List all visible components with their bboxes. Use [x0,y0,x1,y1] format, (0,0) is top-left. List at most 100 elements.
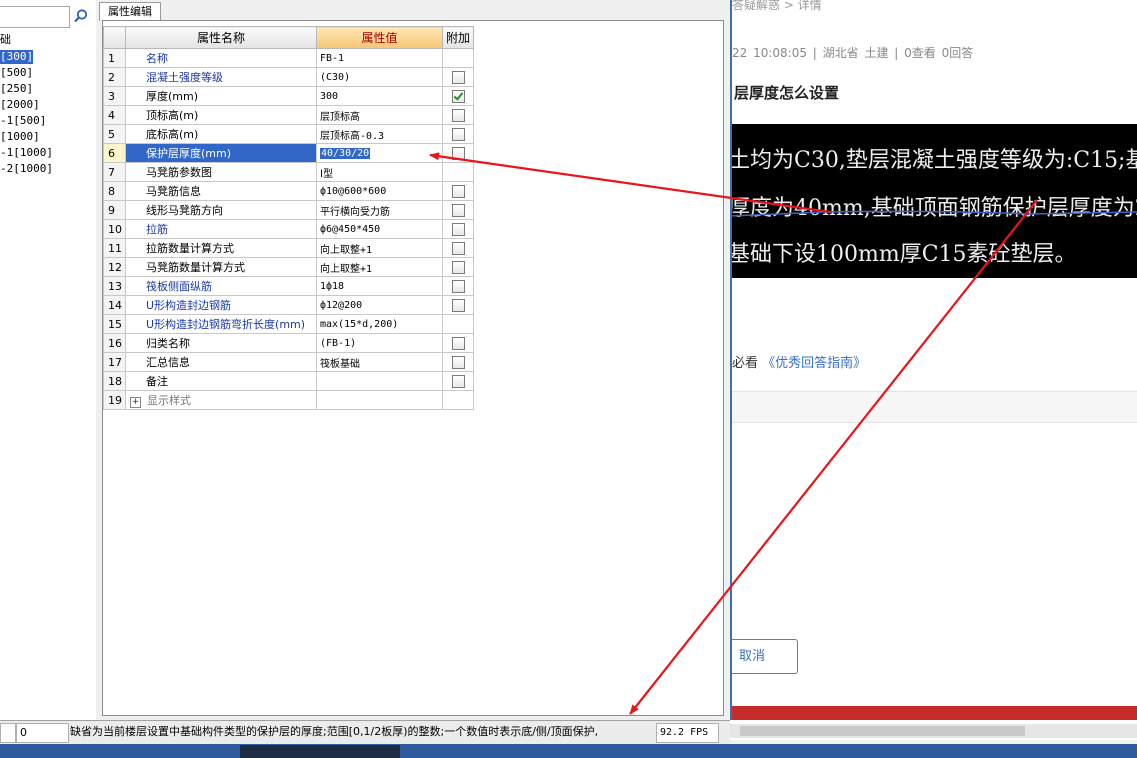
extra-checkbox[interactable] [451,146,465,160]
property-value[interactable]: max(15*d,200) [316,314,443,334]
tree-item[interactable]: [500] [0,66,33,80]
property-value[interactable] [316,390,443,410]
property-name[interactable]: 拉筋数量计算方式 [125,238,317,258]
guide-link[interactable]: 《优秀回答指南》 [762,356,866,371]
property-value-editor[interactable]: 40/30/20 [320,147,371,159]
property-name[interactable]: 筏板侧面纵筋 [125,276,317,296]
tree-item[interactable]: -1[500] [0,114,46,128]
header-extra[interactable]: 附加 [442,26,474,49]
property-name[interactable]: + 显示样式 [125,390,317,410]
property-row[interactable]: 17 汇总信息 筏板基础 [103,352,474,372]
extra-checkbox[interactable] [451,260,465,274]
extra-cell [442,390,474,410]
property-row[interactable]: 2 混凝土强度等级 (C30) [103,67,474,87]
property-value[interactable]: 40/30/20 [316,143,443,163]
property-row[interactable]: 10 拉筋 ф6@450*450 [103,219,474,239]
scrollbar-thumb[interactable] [740,726,1025,736]
tree-item[interactable]: [2000] [0,98,40,112]
property-row[interactable]: 9 线形马凳筋方向 平行横向受力筋 [103,200,474,220]
property-name[interactable]: U形构造封边钢筋弯折长度(mm) [125,314,317,334]
tree-item[interactable]: [250] [0,82,33,96]
property-row[interactable]: 4 顶标高(m) 层顶标高 [103,105,474,125]
property-name[interactable]: 顶标高(m) [125,105,317,125]
property-value[interactable]: ф10@600*600 [316,181,443,201]
property-row[interactable]: 12 马凳筋数量计算方式 向上取整+1 [103,257,474,277]
property-name[interactable]: 保护层厚度(mm) [125,143,317,163]
expand-icon[interactable]: + [130,397,141,408]
property-name[interactable]: 归类名称 [125,333,317,353]
tree-item[interactable]: 础 [0,33,11,47]
property-value[interactable]: 筏板基础 [316,352,443,372]
property-value[interactable]: 层顶标高-0.3 [316,124,443,144]
extra-checkbox[interactable] [451,108,465,122]
property-row[interactable]: 1 名称 FB-1 [103,48,474,68]
row-number: 1 [103,48,126,68]
taskbar-thumbnail[interactable] [240,745,400,758]
property-row[interactable]: 16 归类名称 (FB-1) [103,333,474,353]
tree-item[interactable]: -2[1000] [0,162,53,176]
property-value[interactable]: Ⅰ型 [316,162,443,182]
header-value[interactable]: 属性值 [316,26,443,49]
property-name[interactable]: 汇总信息 [125,352,317,372]
property-name[interactable]: 混凝土强度等级 [125,67,317,87]
property-row[interactable]: 5 底标高(m) 层顶标高-0.3 [103,124,474,144]
breadcrumb[interactable]: 答疑解惑 > 详情 [732,0,822,13]
extra-checkbox[interactable] [451,222,465,236]
property-value[interactable]: ф12@200 [316,295,443,315]
property-value[interactable]: 向上取整+1 [316,257,443,277]
property-name[interactable]: 线形马凳筋方向 [125,200,317,220]
property-row[interactable]: 6 保护层厚度(mm) 40/30/20 [103,143,474,163]
property-name[interactable]: 备注 [125,371,317,391]
property-row[interactable]: 18 备注 [103,371,474,391]
property-row[interactable]: 13 筏板侧面纵筋 1ф18 [103,276,474,296]
extra-checkbox[interactable] [451,374,465,388]
extra-checkbox[interactable] [451,89,465,103]
property-name[interactable]: 名称 [125,48,317,68]
tree-item[interactable]: [1000] [0,130,40,144]
property-value[interactable]: (C30) [316,67,443,87]
tree-item[interactable]: -1[1000] [0,146,53,160]
property-row[interactable]: 15 U形构造封边钢筋弯折长度(mm) max(15*d,200) [103,314,474,334]
property-name[interactable]: 马凳筋参数图 [125,162,317,182]
property-value[interactable]: 1ф18 [316,276,443,296]
extra-checkbox[interactable] [451,298,465,312]
extra-checkbox[interactable] [451,203,465,217]
extra-checkbox[interactable] [451,336,465,350]
property-value[interactable]: ф6@450*450 [316,219,443,239]
extra-checkbox[interactable] [451,355,465,369]
property-row[interactable]: 11 拉筋数量计算方式 向上取整+1 [103,238,474,258]
property-row[interactable]: 3 厚度(mm) 300 [103,86,474,106]
extra-checkbox[interactable] [451,127,465,141]
tab-property-edit[interactable]: 属性编辑 [99,2,161,21]
property-row[interactable]: 8 马凳筋信息 ф10@600*600 [103,181,474,201]
property-value[interactable]: 层顶标高 [316,105,443,125]
property-value[interactable]: 向上取整+1 [316,238,443,258]
extra-cell [442,105,474,125]
question-image: 土均为C30,垫层混凝土强度等级为:C15;基础底面 厚度为40mm,基础顶面钢… [730,124,1137,278]
property-row[interactable]: 14 U形构造封边钢筋 ф12@200 [103,295,474,315]
header-name[interactable]: 属性名称 [125,26,317,49]
property-name[interactable]: 拉筋 [125,219,317,239]
extra-checkbox[interactable] [451,241,465,255]
property-value[interactable]: 平行横向受力筋 [316,200,443,220]
property-name[interactable]: 底标高(m) [125,124,317,144]
property-value[interactable]: 300 [316,86,443,106]
property-value[interactable] [316,371,443,391]
extra-cell [442,67,474,87]
property-value[interactable]: (FB-1) [316,333,443,353]
tree-item-selected[interactable]: [300] [0,50,34,64]
cancel-button[interactable]: 取消 [730,639,798,674]
search-icon[interactable] [73,8,89,24]
extra-checkbox[interactable] [451,70,465,84]
property-name[interactable]: U形构造封边钢筋 [125,295,317,315]
property-row[interactable]: 7 马凳筋参数图 Ⅰ型 [103,162,474,182]
tree-search-input[interactable] [0,6,70,28]
extra-checkbox[interactable] [451,279,465,293]
property-row[interactable]: 19 + 显示样式 [103,390,474,410]
corner-header [103,26,126,49]
property-name[interactable]: 马凳筋信息 [125,181,317,201]
property-name[interactable]: 厚度(mm) [125,86,317,106]
extra-checkbox[interactable] [451,184,465,198]
property-value[interactable]: FB-1 [316,48,443,68]
property-name[interactable]: 马凳筋数量计算方式 [125,257,317,277]
